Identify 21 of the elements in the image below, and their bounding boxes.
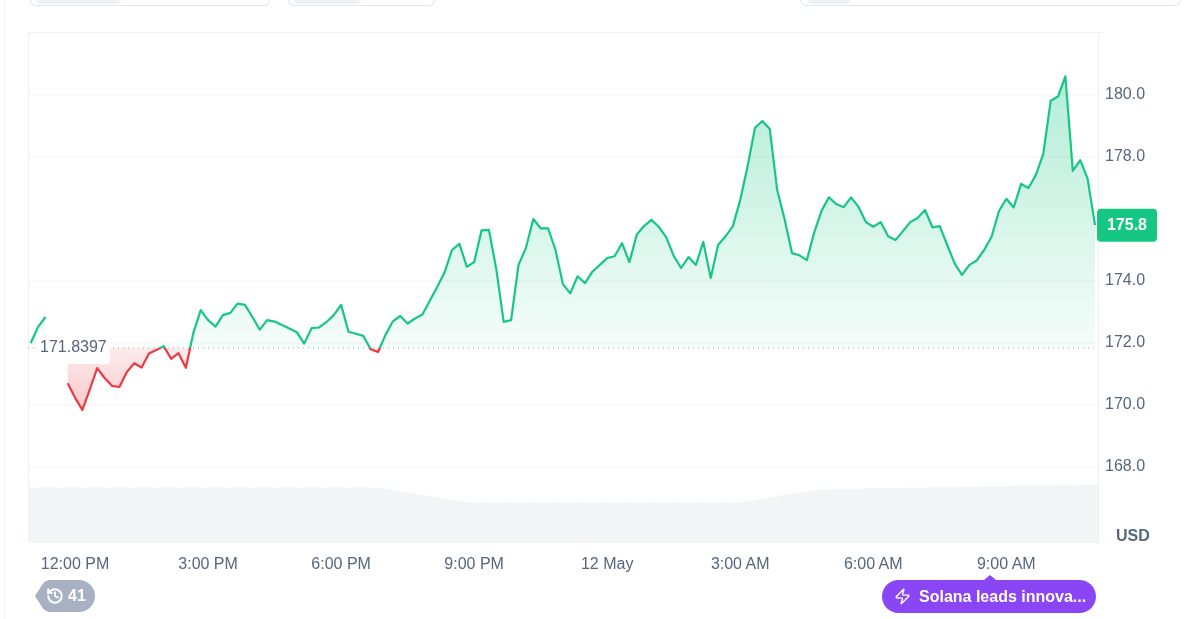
x-axis-label: 9:00 AM — [976, 555, 1036, 573]
x-axis-label: 12 May — [580, 555, 634, 573]
y-axis-label: 180.0 — [1105, 85, 1146, 103]
y-axis-label: 172.0 — [1105, 333, 1146, 351]
x-axis-label: 12:00 PM — [40, 555, 110, 573]
axis-unit-label: USD — [1116, 527, 1150, 545]
current-price-tag: 175.8 — [1097, 208, 1157, 242]
x-axis-label: 3:00 AM — [710, 555, 770, 573]
baseline-price-label: 171.8397 — [37, 331, 110, 364]
history-icon — [46, 587, 64, 605]
x-axis-label: 9:00 PM — [444, 555, 504, 573]
x-axis-label: 6:00 AM — [843, 555, 903, 573]
y-axis-label: 178.0 — [1105, 147, 1146, 165]
news-badge[interactable]: Solana leads innova... — [882, 575, 1096, 613]
x-axis-label: 3:00 PM — [178, 555, 238, 573]
y-axis-label: 170.0 — [1105, 395, 1146, 413]
y-axis-label: 168.0 — [1105, 457, 1146, 475]
ref-line-label: 171.8397 — [40, 338, 107, 356]
x-axis-label: 6:00 PM — [311, 555, 371, 573]
y-axis-label: 174.0 — [1105, 271, 1146, 289]
lightning-icon — [894, 588, 911, 605]
